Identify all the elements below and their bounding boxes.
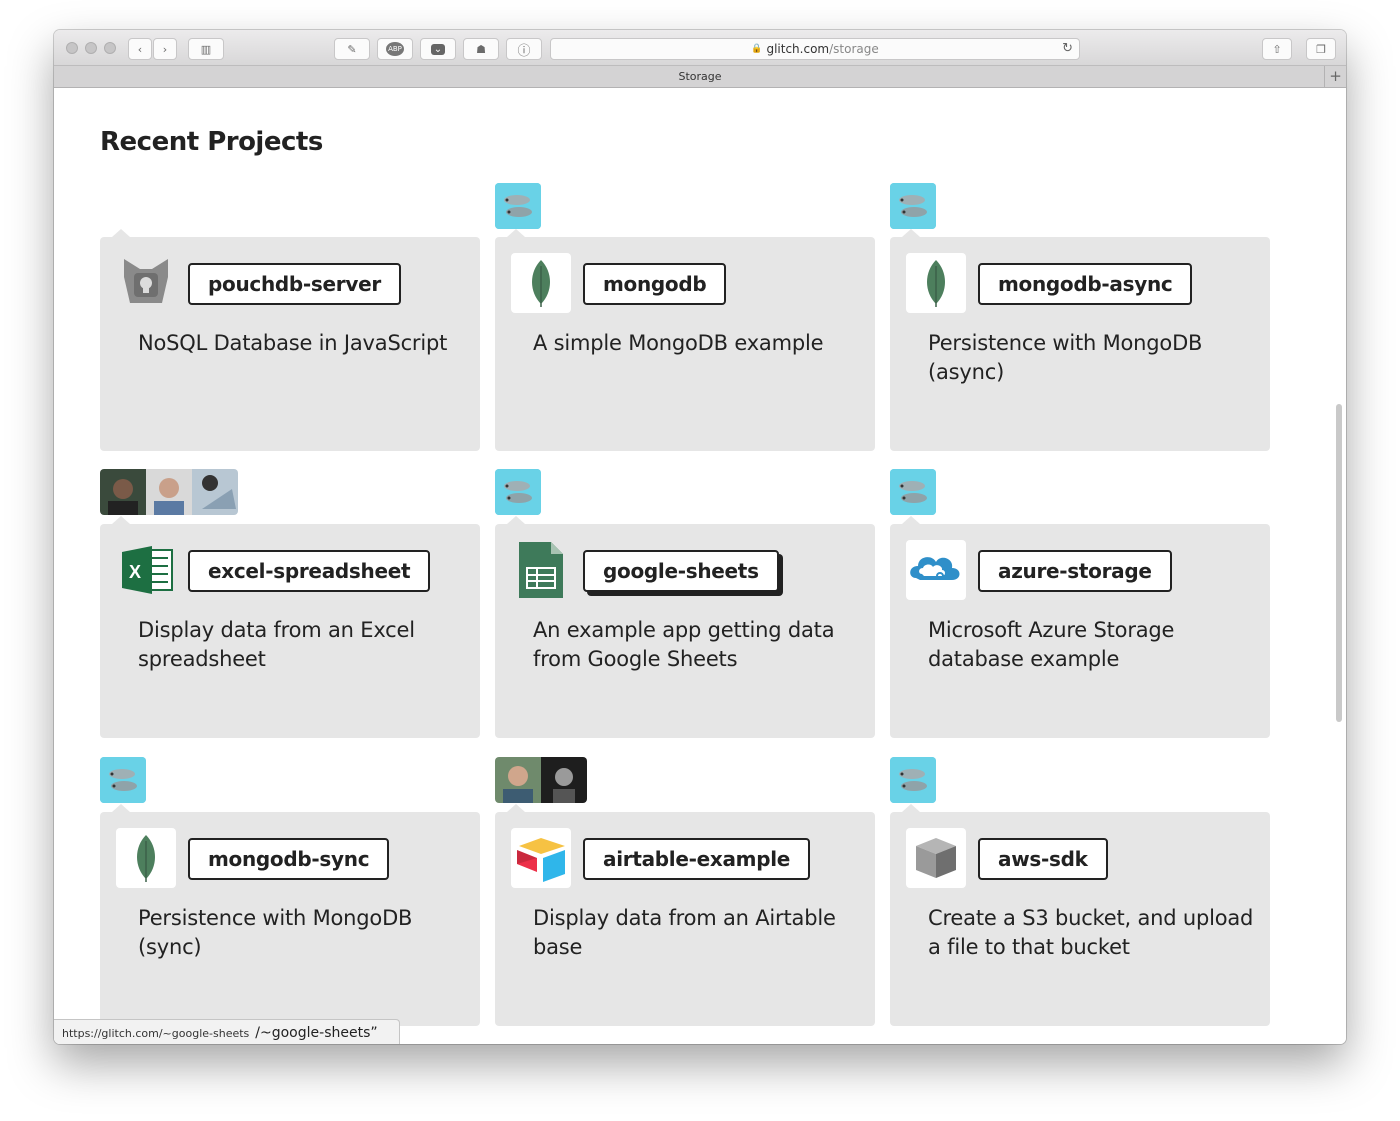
card-notch (507, 229, 525, 237)
team-avatar-fish-icon[interactable] (890, 183, 936, 229)
team-avatar-fish-icon[interactable] (890, 757, 936, 803)
card-notch (112, 804, 130, 812)
lock-icon: 🔒 (751, 44, 763, 54)
project-description: Persistence with MongoDB (sync) (138, 906, 413, 959)
card-notch (902, 229, 920, 237)
pocket-icon: ⌄ (430, 43, 446, 55)
project-name-button[interactable]: pouchdb-server (188, 263, 401, 305)
info-icon: ⓘ (517, 43, 531, 59)
project-card-google-sheets[interactable]: google-sheets An example app getting dat… (495, 516, 875, 738)
project-name-button[interactable]: azure-storage (978, 550, 1172, 592)
card-notch (507, 516, 525, 524)
team-avatar-fish-icon[interactable] (495, 183, 541, 229)
project-users (495, 757, 587, 803)
page-scrollbar[interactable] (1336, 404, 1342, 722)
project-description: An example app getting data from Google … (533, 618, 835, 671)
project-card-airtable-example[interactable]: airtable-example Display data from an Ai… (495, 804, 875, 1026)
project-description: Create a S3 bucket, and upload a file to… (928, 906, 1254, 959)
team-avatar-fish-icon[interactable] (495, 469, 541, 515)
project-card-aws-sdk[interactable]: aws-sdk Create a S3 bucket, and upload a… (890, 804, 1270, 1026)
card-notch (902, 804, 920, 812)
ghostery-icon: ☗ (476, 42, 486, 56)
url-path: /storage (829, 42, 879, 56)
minimize-window-button[interactable] (85, 42, 97, 54)
link-status-bar: https://glitch.com/~google-sheets /~googl… (54, 1019, 400, 1044)
project-card-pouchdb-server[interactable]: pouchdb-server NoSQL Database in JavaScr… (100, 229, 480, 451)
page-content: Recent Projects pouchdb-server NoSQL Dat… (54, 89, 1346, 1044)
page-title: Recent Projects (100, 127, 323, 157)
google-sheets-icon (511, 540, 571, 600)
project-name-button[interactable]: mongodb-async (978, 263, 1193, 305)
project-description: Display data from an Excel spreadsheet (138, 618, 415, 671)
tab-bar: Storage + (54, 66, 1346, 88)
team-avatar-fish-icon[interactable] (890, 469, 936, 515)
aws-cube-icon (906, 828, 966, 888)
project-name-button[interactable]: excel-spreadsheet (188, 550, 431, 592)
status-link-url: https://glitch.com/~google-sheets (62, 1027, 250, 1040)
project-description: NoSQL Database in JavaScript (138, 331, 448, 355)
card-notch (507, 804, 525, 812)
project-card-mongodb-sync[interactable]: mongodb-sync Persistence with MongoDB (s… (100, 804, 480, 1026)
project-description: A simple MongoDB example (533, 331, 824, 355)
card-notch (112, 229, 130, 237)
reload-icon[interactable]: ↻ (1062, 41, 1073, 56)
sidebar-button[interactable]: ▥ (188, 38, 224, 60)
project-users (100, 469, 238, 515)
team-avatar-fish-icon[interactable] (100, 757, 146, 803)
zoom-window-button[interactable] (104, 42, 116, 54)
project-name-button[interactable]: airtable-example (583, 838, 811, 880)
user-avatar[interactable] (192, 469, 238, 515)
project-name-button[interactable]: aws-sdk (978, 838, 1108, 880)
adblock-icon: ABP (386, 42, 404, 56)
adblock-extension-button[interactable]: ABP (377, 38, 413, 60)
tabs-overview-icon: ❐ (1316, 42, 1326, 56)
share-button[interactable]: ⇧ (1262, 38, 1292, 60)
browser-toolbar: ‹ › ▥ ✎ ABP ⌄ ☗ ⓘ 🔒 glitch.com/storage ↻… (54, 30, 1346, 66)
mongodb-leaf-icon (906, 253, 966, 313)
project-description: Display data from an Airtable base (533, 906, 836, 959)
mongodb-leaf-icon (511, 253, 571, 313)
back-button[interactable]: ‹ (128, 38, 152, 60)
project-name-button[interactable]: mongodb-sync (188, 838, 390, 880)
airtable-icon (511, 828, 571, 888)
mongodb-leaf-icon (116, 828, 176, 888)
sidebar-icon: ▥ (200, 42, 212, 56)
user-avatar[interactable] (541, 757, 587, 803)
browser-window: ‹ › ▥ ✎ ABP ⌄ ☗ ⓘ 🔒 glitch.com/storage ↻… (54, 30, 1346, 1044)
url-host: glitch.com (766, 42, 830, 56)
ghostery-extension-button[interactable]: ☗ (463, 38, 499, 60)
user-avatar[interactable] (100, 469, 146, 515)
project-card-excel-spreadsheet[interactable]: X excel-spreadsheet Display data from an… (100, 516, 480, 738)
project-card-azure-storage[interactable]: azure-storage Microsoft Azure Storage da… (890, 516, 1270, 738)
project-description: Persistence with MongoDB (async) (928, 331, 1203, 384)
card-notch (112, 516, 130, 524)
forward-chevron-icon: › (162, 42, 168, 56)
pouchdb-icon (116, 253, 176, 313)
back-chevron-icon: ‹ (137, 42, 143, 56)
user-avatar[interactable] (495, 757, 541, 803)
tab-storage[interactable]: Storage (678, 70, 721, 83)
css-pencil-icon: ✎ (347, 42, 357, 56)
excel-icon: X (116, 540, 176, 600)
close-window-button[interactable] (66, 42, 78, 54)
svg-text:X: X (129, 562, 141, 582)
user-avatar[interactable] (146, 469, 192, 515)
address-bar[interactable]: 🔒 glitch.com/storage ↻ (550, 38, 1080, 60)
project-card-mongodb-async[interactable]: mongodb-async Persistence with MongoDB (… (890, 229, 1270, 451)
css-extension-button[interactable]: ✎ (334, 38, 370, 60)
share-icon: ⇧ (1272, 42, 1282, 56)
new-tab-button[interactable]: + (1324, 66, 1346, 88)
project-name-button[interactable]: mongodb (583, 263, 727, 305)
pocket-extension-button[interactable]: ⌄ (420, 38, 456, 60)
tabs-overview-button[interactable]: ❐ (1306, 38, 1336, 60)
azure-cloud-icon (906, 540, 966, 600)
forward-button[interactable]: › (153, 38, 177, 60)
project-description: Microsoft Azure Storage database example (928, 618, 1175, 671)
info-extension-button[interactable]: ⓘ (506, 38, 542, 60)
project-card-mongodb[interactable]: mongodb A simple MongoDB example (495, 229, 875, 451)
card-notch (902, 516, 920, 524)
project-name-button[interactable]: google-sheets (583, 550, 779, 592)
status-link-text: /~google-sheets” (255, 1025, 378, 1041)
